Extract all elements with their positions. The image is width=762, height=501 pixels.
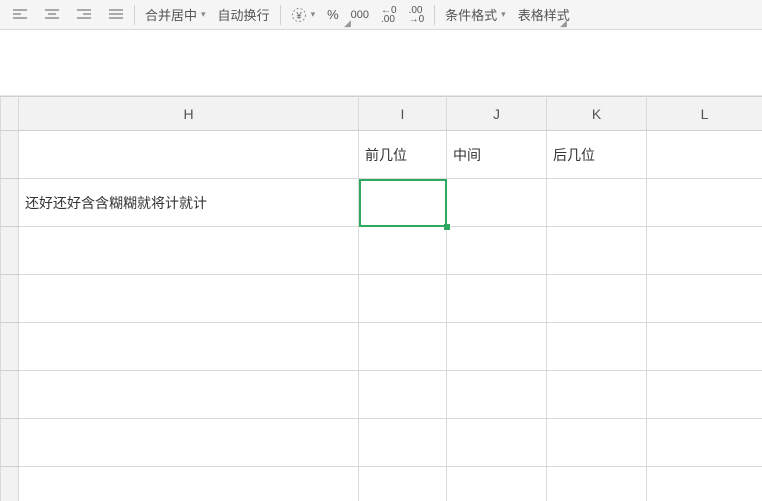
cell[interactable] xyxy=(647,275,762,323)
cell-L1[interactable] xyxy=(647,131,762,179)
align-justify-icon[interactable] xyxy=(102,8,130,22)
chevron-down-icon: ▾ xyxy=(311,9,316,20)
cell[interactable] xyxy=(647,419,762,467)
cell-L2[interactable] xyxy=(647,179,762,227)
alignment-group xyxy=(0,8,130,22)
row-header[interactable] xyxy=(1,131,19,179)
cell[interactable] xyxy=(647,227,762,275)
wrap-text-label: 自动换行 xyxy=(218,5,270,24)
row-header[interactable] xyxy=(1,179,19,227)
wrap-text-button[interactable]: 自动换行 xyxy=(212,0,276,29)
percent-label: % xyxy=(327,7,339,22)
grid-row xyxy=(1,275,762,323)
formula-bar-area xyxy=(0,30,762,96)
cell[interactable] xyxy=(359,323,447,371)
cell[interactable] xyxy=(359,227,447,275)
grid-table: H I J K L 前几位 中间 后几位 还好还好含含糊糊就将计就计 xyxy=(0,96,762,501)
cell[interactable] xyxy=(547,467,647,501)
align-right-icon[interactable] xyxy=(70,8,98,22)
currency-format-button[interactable]: ¥ ▾ xyxy=(285,0,322,29)
cell[interactable] xyxy=(447,467,547,501)
merge-center-label: 合并居中 xyxy=(145,5,197,24)
separator xyxy=(434,5,435,25)
grid-row xyxy=(1,323,762,371)
row-header[interactable] xyxy=(1,227,19,275)
spreadsheet-grid[interactable]: H I J K L 前几位 中间 后几位 还好还好含含糊糊就将计就计 xyxy=(0,96,762,501)
cell[interactable] xyxy=(447,323,547,371)
column-header-I[interactable]: I xyxy=(359,97,447,131)
grid-row: 还好还好含含糊糊就将计就计 xyxy=(1,179,762,227)
conditional-format-label: 条件格式 xyxy=(445,5,497,24)
expand-number-icon[interactable]: ◢ xyxy=(556,18,571,29)
grid-row xyxy=(1,419,762,467)
cell-I1[interactable]: 前几位 xyxy=(359,131,447,179)
cell-K1[interactable]: 后几位 xyxy=(547,131,647,179)
cell[interactable] xyxy=(19,467,359,501)
cell[interactable] xyxy=(359,371,447,419)
column-header-L[interactable]: L xyxy=(647,97,762,131)
cell[interactable] xyxy=(359,467,447,501)
cell[interactable] xyxy=(547,371,647,419)
cell[interactable] xyxy=(359,419,447,467)
ribbon-toolbar: 合并居中 ▾ 自动换行 ◢ ¥ ▾ % 000 ←0 .00 .00 →0 ◢ … xyxy=(0,0,762,30)
cell[interactable] xyxy=(547,275,647,323)
cell-H1[interactable] xyxy=(19,131,359,179)
column-header-H[interactable]: H xyxy=(19,97,359,131)
cell[interactable] xyxy=(447,227,547,275)
chevron-down-icon: ▾ xyxy=(501,9,506,20)
svg-text:¥: ¥ xyxy=(295,11,302,22)
decrease-decimal-button[interactable]: .00 →0 xyxy=(403,0,431,29)
cell[interactable] xyxy=(647,371,762,419)
cell[interactable] xyxy=(547,227,647,275)
cell[interactable] xyxy=(547,323,647,371)
conditional-format-button[interactable]: 条件格式 ▾ xyxy=(439,0,512,29)
cell[interactable] xyxy=(447,275,547,323)
grid-row xyxy=(1,227,762,275)
align-center-icon[interactable] xyxy=(38,8,66,22)
chevron-down-icon: ▾ xyxy=(201,9,206,20)
row-header[interactable] xyxy=(1,275,19,323)
column-header-J[interactable]: J xyxy=(447,97,547,131)
cell-J2[interactable] xyxy=(447,179,547,227)
cell[interactable] xyxy=(19,227,359,275)
cell[interactable] xyxy=(19,371,359,419)
grid-row: 前几位 中间 后几位 xyxy=(1,131,762,179)
grid-row xyxy=(1,467,762,501)
expand-align-icon[interactable]: ◢ xyxy=(340,18,355,29)
cell[interactable] xyxy=(447,371,547,419)
grid-row xyxy=(1,371,762,419)
align-left-icon[interactable] xyxy=(6,8,34,22)
cell-J1[interactable]: 中间 xyxy=(447,131,547,179)
row-header[interactable] xyxy=(1,419,19,467)
cell[interactable] xyxy=(647,323,762,371)
cell-H2[interactable]: 还好还好含含糊糊就将计就计 xyxy=(19,179,359,227)
cell[interactable] xyxy=(19,323,359,371)
separator xyxy=(280,5,281,25)
cell[interactable] xyxy=(647,467,762,501)
cell[interactable] xyxy=(19,419,359,467)
row-header[interactable] xyxy=(1,467,19,501)
row-header[interactable] xyxy=(1,323,19,371)
cell-K2[interactable] xyxy=(547,179,647,227)
separator xyxy=(134,5,135,25)
row-header[interactable] xyxy=(1,371,19,419)
increase-decimal-button[interactable]: ←0 .00 xyxy=(375,0,403,29)
cell-I2[interactable] xyxy=(359,179,447,227)
cell[interactable] xyxy=(447,419,547,467)
cell[interactable] xyxy=(19,275,359,323)
cell[interactable] xyxy=(359,275,447,323)
select-all-corner[interactable] xyxy=(1,97,19,131)
column-header-row: H I J K L xyxy=(1,97,762,131)
cell[interactable] xyxy=(547,419,647,467)
merge-center-button[interactable]: 合并居中 ▾ xyxy=(139,0,212,29)
column-header-K[interactable]: K xyxy=(547,97,647,131)
